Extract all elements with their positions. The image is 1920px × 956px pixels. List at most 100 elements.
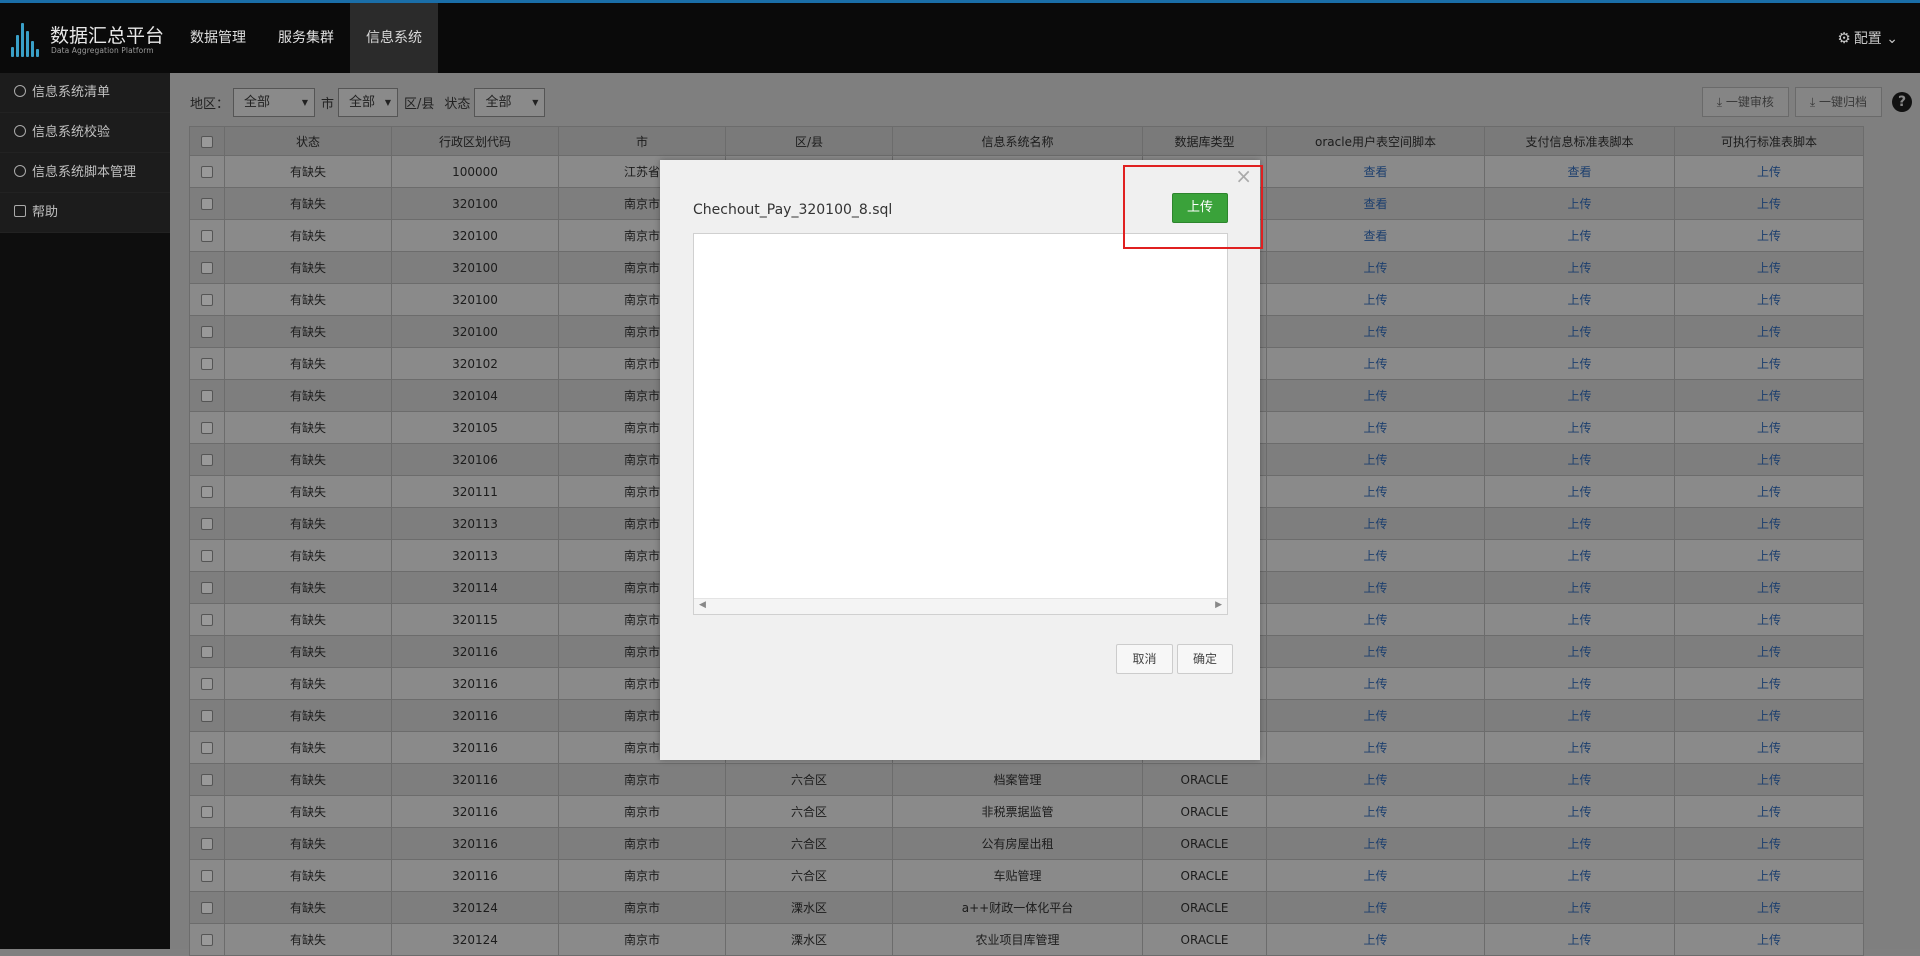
script-action-link[interactable]: 上传	[1757, 805, 1781, 819]
script-action-link[interactable]: 上传	[1757, 357, 1781, 371]
region-select[interactable]: 全部 ▼	[233, 87, 316, 117]
script-action-link[interactable]: 上传	[1567, 197, 1591, 211]
nav-service-cluster[interactable]: 服务集群	[262, 3, 350, 73]
script-action-link[interactable]: 上传	[1757, 645, 1781, 659]
one-click-review-button[interactable]: ⤓ 一键审核	[1701, 87, 1789, 117]
script-action-link[interactable]: 上传	[1567, 389, 1591, 403]
script-action-link[interactable]: 上传	[1757, 197, 1781, 211]
script-action-link[interactable]: 上传	[1757, 485, 1781, 499]
script-content-area[interactable]: ◀ ▶	[693, 233, 1228, 615]
script-action-link[interactable]: 上传	[1567, 421, 1591, 435]
nav-data-management[interactable]: 数据管理	[174, 3, 262, 73]
script-action-link[interactable]: 上传	[1757, 613, 1781, 627]
script-action-link[interactable]: 上传	[1363, 581, 1387, 595]
horizontal-scrollbar[interactable]: ◀ ▶	[694, 598, 1227, 614]
script-action-link[interactable]: 查看	[1567, 165, 1591, 179]
row-checkbox[interactable]	[201, 390, 213, 402]
script-action-link[interactable]: 上传	[1567, 261, 1591, 275]
script-action-link[interactable]: 上传	[1567, 837, 1591, 851]
script-action-link[interactable]: 上传	[1567, 293, 1591, 307]
row-checkbox[interactable]	[201, 742, 213, 754]
sidebar-item-system-check[interactable]: 信息系统校验	[0, 113, 170, 153]
row-checkbox[interactable]	[201, 454, 213, 466]
script-action-link[interactable]: 上传	[1757, 293, 1781, 307]
row-checkbox[interactable]	[201, 422, 213, 434]
script-action-link[interactable]: 上传	[1363, 869, 1387, 883]
script-action-link[interactable]: 上传	[1567, 325, 1591, 339]
script-action-link[interactable]: 上传	[1757, 933, 1781, 947]
script-action-link[interactable]: 上传	[1363, 389, 1387, 403]
row-checkbox[interactable]	[201, 166, 213, 178]
row-checkbox[interactable]	[201, 934, 213, 946]
script-action-link[interactable]: 上传	[1363, 837, 1387, 851]
row-checkbox[interactable]	[201, 838, 213, 850]
script-action-link[interactable]: 上传	[1567, 741, 1591, 755]
script-action-link[interactable]: 上传	[1757, 549, 1781, 563]
confirm-button[interactable]: 确定	[1177, 644, 1233, 674]
row-checkbox[interactable]	[201, 902, 213, 914]
scroll-left-icon[interactable]: ◀	[699, 600, 706, 610]
script-action-link[interactable]: 上传	[1363, 773, 1387, 787]
row-checkbox[interactable]	[201, 806, 213, 818]
sidebar-item-system-list[interactable]: 信息系统清单	[0, 73, 170, 113]
script-action-link[interactable]: 查看	[1363, 197, 1387, 211]
script-action-link[interactable]: 上传	[1567, 549, 1591, 563]
script-action-link[interactable]: 上传	[1567, 229, 1591, 243]
script-action-link[interactable]: 查看	[1363, 165, 1387, 179]
script-action-link[interactable]: 上传	[1757, 453, 1781, 467]
row-checkbox[interactable]	[201, 870, 213, 882]
script-action-link[interactable]: 上传	[1757, 325, 1781, 339]
script-action-link[interactable]: 上传	[1363, 421, 1387, 435]
script-action-link[interactable]: 上传	[1567, 773, 1591, 787]
config-menu[interactable]: ⚙ 配置 ⌄	[1837, 3, 1898, 73]
script-action-link[interactable]: 上传	[1567, 709, 1591, 723]
row-checkbox[interactable]	[201, 326, 213, 338]
script-action-link[interactable]: 上传	[1363, 357, 1387, 371]
app-logo[interactable]: 数据汇总平台 Data Aggregation Platform	[10, 17, 170, 61]
script-action-link[interactable]: 上传	[1363, 709, 1387, 723]
row-checkbox[interactable]	[201, 550, 213, 562]
row-checkbox[interactable]	[201, 678, 213, 690]
script-action-link[interactable]: 上传	[1363, 805, 1387, 819]
script-action-link[interactable]: 上传	[1363, 677, 1387, 691]
row-checkbox[interactable]	[201, 518, 213, 530]
script-action-link[interactable]: 上传	[1567, 613, 1591, 627]
script-action-link[interactable]: 上传	[1363, 613, 1387, 627]
status-select[interactable]: 全部 ▼	[474, 87, 546, 117]
script-action-link[interactable]: 上传	[1757, 581, 1781, 595]
city-select[interactable]: 全部 ▼	[338, 87, 399, 117]
script-action-link[interactable]: 上传	[1363, 293, 1387, 307]
script-action-link[interactable]: 上传	[1567, 677, 1591, 691]
script-action-link[interactable]: 上传	[1757, 389, 1781, 403]
script-action-link[interactable]: 上传	[1363, 517, 1387, 531]
script-action-link[interactable]: 上传	[1567, 805, 1591, 819]
row-checkbox[interactable]	[201, 774, 213, 786]
row-checkbox[interactable]	[201, 646, 213, 658]
script-action-link[interactable]: 上传	[1757, 261, 1781, 275]
sidebar-item-help[interactable]: 帮助	[0, 193, 170, 233]
row-checkbox[interactable]	[201, 198, 213, 210]
script-action-link[interactable]: 上传	[1567, 869, 1591, 883]
one-click-archive-button[interactable]: ⤓ 一键归档	[1794, 87, 1882, 117]
script-action-link[interactable]: 上传	[1567, 485, 1591, 499]
row-checkbox[interactable]	[201, 230, 213, 242]
script-action-link[interactable]: 上传	[1363, 901, 1387, 915]
script-action-link[interactable]: 上传	[1363, 549, 1387, 563]
script-action-link[interactable]: 上传	[1757, 677, 1781, 691]
row-checkbox[interactable]	[201, 358, 213, 370]
script-action-link[interactable]: 上传	[1757, 229, 1781, 243]
script-action-link[interactable]: 查看	[1363, 229, 1387, 243]
script-action-link[interactable]: 上传	[1567, 933, 1591, 947]
row-checkbox[interactable]	[201, 486, 213, 498]
script-action-link[interactable]: 上传	[1757, 773, 1781, 787]
script-action-link[interactable]: 上传	[1363, 645, 1387, 659]
row-checkbox[interactable]	[201, 294, 213, 306]
script-action-link[interactable]: 上传	[1757, 741, 1781, 755]
script-action-link[interactable]: 上传	[1757, 709, 1781, 723]
script-action-link[interactable]: 上传	[1567, 581, 1591, 595]
script-action-link[interactable]: 上传	[1567, 645, 1591, 659]
script-action-link[interactable]: 上传	[1757, 165, 1781, 179]
scroll-right-icon[interactable]: ▶	[1215, 600, 1222, 610]
row-checkbox[interactable]	[201, 710, 213, 722]
script-action-link[interactable]: 上传	[1757, 901, 1781, 915]
